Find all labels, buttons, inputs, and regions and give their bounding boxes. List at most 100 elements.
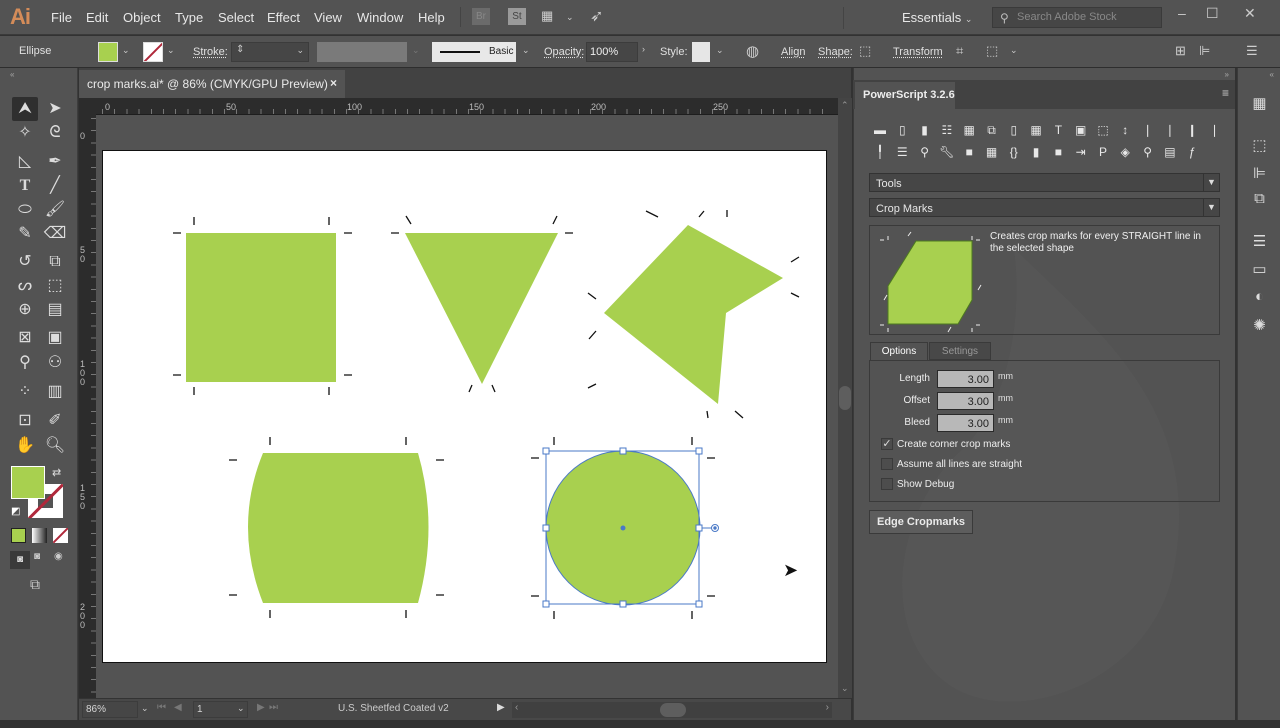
stepper-icon[interactable]: ⇕	[236, 44, 244, 55]
transform-panel-icon[interactable]: ⬚	[1238, 136, 1280, 154]
collapse-icon[interactable]: »	[1225, 70, 1229, 79]
last-artboard-icon[interactable]: ⏭	[269, 702, 278, 713]
checkbox-corner-crop-marks[interactable]: ✓	[881, 438, 893, 450]
shape-builder-tool[interactable]: ⊕	[12, 298, 38, 322]
brush-definition[interactable]: Basic	[432, 42, 516, 62]
align-panel-icon[interactable]: ⊫	[1199, 43, 1210, 59]
fill-dropdown[interactable]: ⌄	[122, 45, 130, 56]
type-tool[interactable]: T	[12, 174, 38, 198]
menu-help[interactable]: Help	[418, 10, 445, 25]
screen-mode-icon[interactable]: ⧉	[30, 576, 40, 593]
line-tool[interactable]: ╱	[42, 174, 68, 198]
stock-search-input[interactable]: Search Adobe Stock	[992, 7, 1162, 28]
table-icon[interactable]: ▬	[872, 122, 888, 138]
text-icon[interactable]: T	[1050, 122, 1066, 138]
shape-link[interactable]: Shape:	[818, 46, 853, 58]
shaper-tool[interactable]: ✎	[12, 222, 38, 246]
pen-tool[interactable]: ✒	[42, 150, 68, 174]
column-icon[interactable]: ▯	[894, 122, 910, 138]
horizontal-scrollbar[interactable]: ‹ ›	[512, 702, 832, 718]
artboard[interactable]	[102, 150, 827, 663]
stroke-label[interactable]: Stroke:	[193, 46, 228, 58]
magic-wand-tool[interactable]: ✧	[12, 121, 38, 145]
category-select[interactable]: Tools ▼	[869, 173, 1220, 192]
crop-icon[interactable]: ⬚	[1095, 122, 1111, 138]
export-icon[interactable]: ⇥	[1073, 144, 1089, 160]
fill-color-swatch[interactable]	[11, 466, 45, 499]
rocket-icon[interactable]: ➶	[590, 6, 603, 26]
checkbox-show-debug[interactable]	[881, 478, 893, 490]
scroll-right-icon[interactable]: ›	[826, 702, 829, 713]
selection-tool[interactable]: ⮝	[12, 97, 38, 121]
menu-type[interactable]: Type	[175, 10, 203, 25]
color-mode-button[interactable]	[11, 528, 26, 543]
next-artboard-icon[interactable]: ▶	[257, 702, 265, 713]
menu-edit[interactable]: Edit	[86, 10, 108, 25]
resize-icon[interactable]: ↕	[1117, 122, 1133, 138]
fill-swatch[interactable]	[98, 42, 118, 62]
grid-icon[interactable]: ▦	[984, 144, 1000, 160]
chevron-down-icon[interactable]: ⌄	[296, 45, 304, 56]
scroll-up-icon[interactable]: ⌃	[841, 100, 849, 111]
pen1-icon[interactable]: ❘	[1140, 122, 1156, 138]
variable-width-profile[interactable]	[317, 42, 407, 62]
pdf-icon[interactable]: P	[1095, 144, 1111, 160]
length-input[interactable]: 3.00	[937, 370, 994, 388]
gradient-panel-icon[interactable]: ▭	[1238, 260, 1280, 278]
libraries-panel-icon[interactable]: ▦	[1238, 94, 1280, 112]
status-menu-icon[interactable]: ▶	[497, 702, 505, 713]
recolor-artwork-icon[interactable]: ◍	[746, 42, 759, 60]
checkbox-assume-straight[interactable]	[881, 458, 893, 470]
pathfinder-panel-icon[interactable]: ⧉	[1238, 190, 1280, 207]
collapse-icon[interactable]: «	[10, 70, 14, 79]
menu-window[interactable]: Window	[357, 10, 403, 25]
paper-icon[interactable]: ■	[1050, 144, 1066, 160]
fx-icon[interactable]: ƒ	[1184, 144, 1200, 160]
transform-link[interactable]: Transform	[893, 46, 943, 58]
pen3-icon[interactable]: ❙	[1184, 122, 1200, 138]
panel-menu-icon[interactable]: ☰	[1246, 43, 1258, 59]
tab-settings[interactable]: Settings	[929, 342, 991, 360]
document-tab[interactable]: crop marks.ai* @ 86% (CMYK/GPU Preview) …	[79, 70, 345, 98]
search-icon[interactable]: ⚲	[1140, 144, 1156, 160]
offset-input[interactable]: 3.00	[937, 392, 994, 410]
horizontal-ruler[interactable]: 0 50 100 150 200 250	[96, 98, 838, 115]
frame-icon[interactable]: ▣	[1073, 122, 1089, 138]
perspective-grid-tool[interactable]: ▤	[42, 298, 68, 322]
stroke-weight-input[interactable]: ⇕ ⌄	[231, 42, 309, 62]
rotate-tool[interactable]: ↺	[12, 250, 38, 274]
panel-tab[interactable]: PowerScript 3.2.6	[855, 82, 955, 109]
gradient-tool[interactable]: ▣	[42, 326, 68, 350]
tool-select[interactable]: Crop Marks ▼	[869, 198, 1220, 217]
wrench-icon[interactable]: 🔧︎	[939, 144, 955, 160]
opacity-input[interactable]: 100%	[586, 42, 638, 62]
swap-colors-icon[interactable]: ⇄	[52, 466, 61, 479]
paintbrush-tool[interactable]: 🖌	[42, 198, 68, 222]
menu-view[interactable]: View	[314, 10, 342, 25]
list-icon[interactable]: ☷	[939, 122, 955, 138]
mesh-tool[interactable]: ⊠	[12, 326, 38, 350]
maximize-button[interactable]: ☐	[1206, 5, 1219, 22]
scroll-down-icon[interactable]: ⌄	[841, 683, 849, 694]
pin-icon[interactable]: ╿	[872, 144, 888, 160]
align-panel-icon[interactable]: ⊫	[1238, 164, 1280, 182]
appearance-panel-icon[interactable]: ✺	[1238, 316, 1280, 334]
gradient-mode-button[interactable]	[32, 528, 47, 543]
default-colors-icon[interactable]: ◩	[11, 506, 20, 517]
stroke-panel-icon[interactable]: ☰	[1238, 232, 1280, 250]
chevron-down-icon[interactable]: ⌄	[141, 703, 149, 714]
select-similar-icon[interactable]: ⬚	[986, 43, 998, 59]
draw-normal-icon[interactable]: ◙	[10, 551, 30, 569]
stroke-swatch[interactable]	[143, 42, 163, 62]
stock-button[interactable]: St	[508, 8, 526, 25]
draw-inside-icon[interactable]: ◉	[54, 551, 63, 562]
minimize-button[interactable]: –	[1178, 5, 1186, 21]
chevron-down-icon[interactable]: ⌄	[1010, 45, 1018, 56]
ellipse-tool[interactable]: ⬭	[12, 198, 38, 222]
menu-effect[interactable]: Effect	[267, 10, 300, 25]
spreadsheet-icon[interactable]: ▤	[1162, 144, 1178, 160]
grid-doc-icon[interactable]: ▦	[1028, 122, 1044, 138]
pen4-icon[interactable]: ❘	[1207, 122, 1223, 138]
puppet-warp-tool[interactable]: ᔕ	[12, 274, 38, 298]
symbol-sprayer-tool[interactable]: ⁘	[12, 380, 38, 404]
